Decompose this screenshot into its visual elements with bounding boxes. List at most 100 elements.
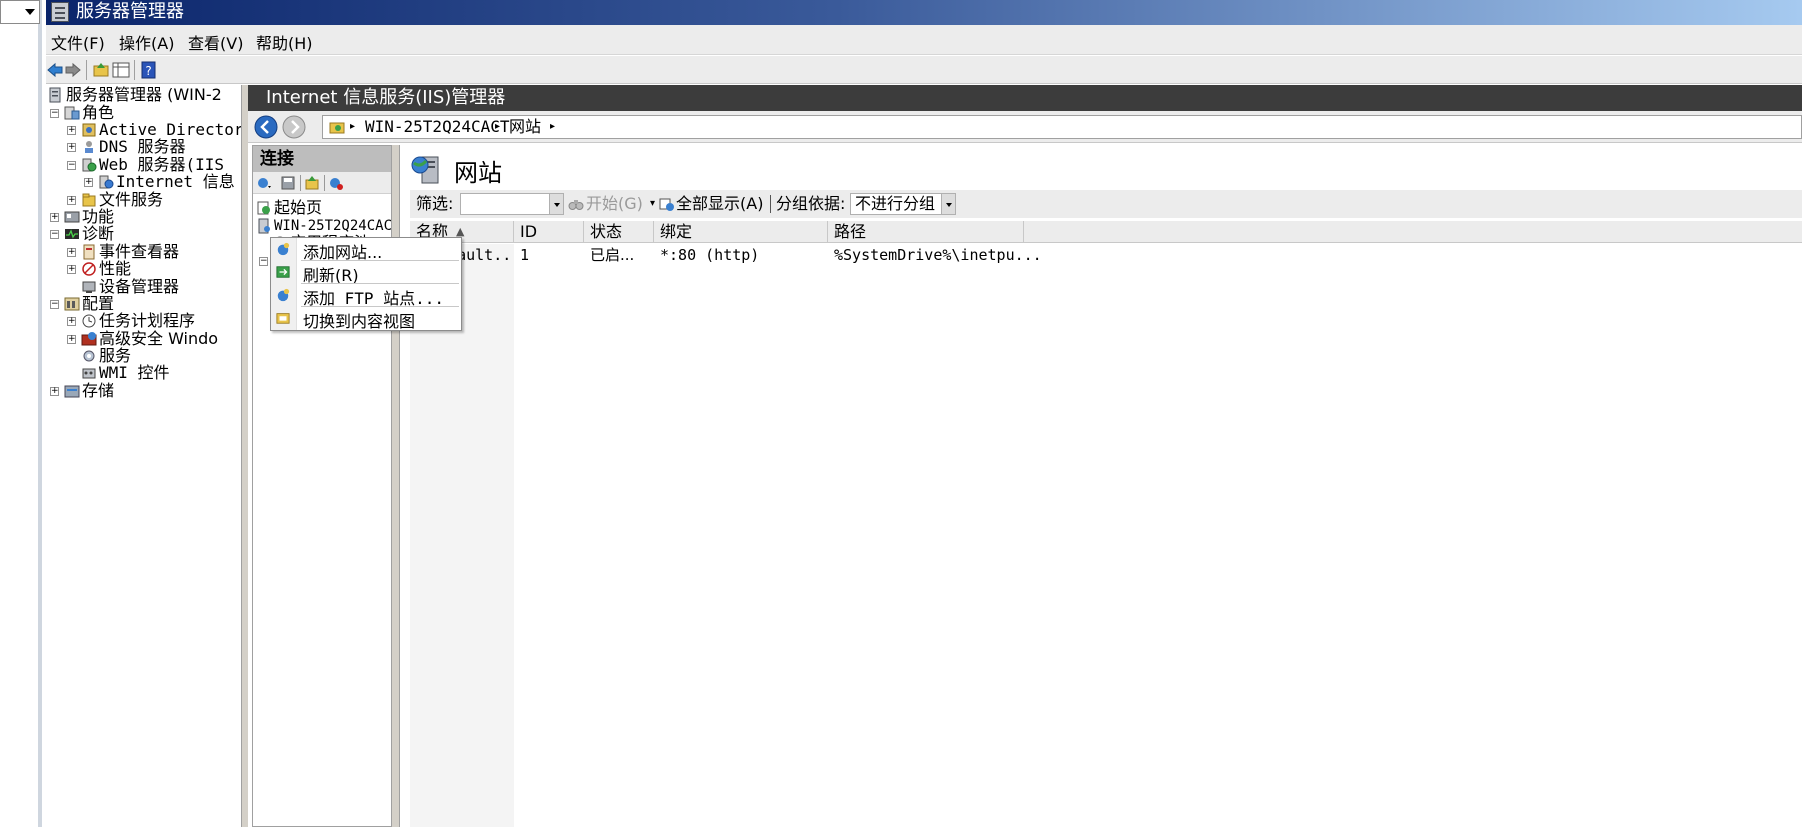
chevron-down-icon[interactable] [941, 194, 955, 214]
show-hide-console-tree-icon[interactable] [112, 61, 130, 79]
filter-bar: 筛选: 开始(G) ▾ 全部显示(A) 分组依据: 不进行分组 [410, 190, 1802, 218]
expand-icon[interactable]: + [50, 387, 59, 396]
iis-manager-panel: Internet 信息服务(IIS)管理器 ▸ WIN-25T2Q24CACT … [248, 85, 1802, 827]
menu-bar: 文件(F) 操作(A) 查看(V) 帮助(H) [46, 25, 1802, 55]
diagnostics-icon [65, 229, 79, 239]
context-menu: 添加网站... 刷新(R) 添加 FTP 站点... 切换到内容视图 [270, 237, 462, 331]
start-page-icon [257, 201, 270, 215]
collapse-icon[interactable]: − [50, 230, 59, 239]
chevron-down-icon[interactable]: ▾ [650, 190, 655, 218]
expand-icon[interactable]: + [67, 126, 76, 135]
cell-path: %SystemDrive%\inetpu... [834, 246, 1042, 264]
column-header-status[interactable]: 状态 [584, 221, 654, 243]
content-title: 网站 [454, 159, 502, 187]
menu-action[interactable]: 操作(A) [119, 30, 174, 54]
expand-icon[interactable]: + [67, 196, 76, 205]
dns-server-icon [85, 141, 93, 153]
gear-icon [83, 350, 95, 362]
save-icon[interactable] [280, 175, 296, 191]
collapse-icon[interactable]: − [259, 257, 268, 266]
menu-item-add-ftp-site[interactable]: 添加 FTP 站点... [271, 284, 461, 308]
expand-icon[interactable]: + [67, 335, 76, 344]
forward-arrow-icon[interactable] [64, 61, 82, 79]
iis-header: Internet 信息服务(IIS)管理器 [248, 85, 1802, 111]
up-folder-icon[interactable] [304, 175, 320, 191]
add-ftp-icon [277, 288, 290, 302]
chevron-down-icon[interactable] [25, 9, 35, 15]
features-icon [64, 211, 80, 223]
wmi-control-icon [82, 368, 96, 379]
tree-label: 性能 [99, 259, 132, 278]
show-all-icon [659, 198, 674, 211]
active-directory-icon [82, 123, 96, 137]
collapse-icon[interactable]: − [50, 300, 59, 309]
expand-icon[interactable]: + [50, 213, 59, 222]
forward-button[interactable] [282, 115, 306, 139]
expand-icon[interactable]: + [67, 248, 76, 257]
performance-icon [82, 262, 96, 276]
breadcrumb-separator: ▸ [495, 121, 501, 132]
content-view-icon [276, 313, 290, 324]
left-combo-box[interactable] [0, 0, 40, 24]
server-manager-window: 服务器管理器 文件(F) 操作(A) 查看(V) 帮助(H) ? 服务器管理器 … [46, 0, 1802, 827]
sites-grid-header: 名称 ▲ ID 状态 绑定 路径 [410, 221, 1802, 243]
menu-item-content-view[interactable]: 切换到内容视图 [271, 307, 461, 331]
sites-content-area: 网站 筛选: 开始(G) ▾ 全部显示(A) 分组依据: 不进行分组 名称 ▲ … [399, 145, 1802, 827]
device-manager-icon [82, 281, 96, 293]
filter-input[interactable] [460, 193, 564, 215]
left-edge-strip [0, 0, 42, 827]
breadcrumb-separator: ▸ [350, 121, 356, 132]
sites-folder-icon [329, 122, 345, 134]
tree-label: DNS 服务器 [99, 137, 186, 156]
back-button[interactable] [254, 115, 278, 139]
group-by-select[interactable]: 不进行分组 [850, 193, 956, 215]
column-header-binding[interactable]: 绑定 [654, 221, 828, 243]
group-by-value: 不进行分组 [855, 194, 936, 213]
group-by-label: 分组依据: [776, 194, 846, 213]
tree-label: 起始页 [274, 198, 323, 217]
table-row[interactable]: Default... 1 已启... *:80 (http) %SystemDr… [410, 244, 1802, 266]
show-all-button[interactable]: 全部显示(A) [676, 190, 763, 218]
name-column-shading [410, 244, 514, 827]
cell-id: 1 [520, 246, 530, 264]
file-services-icon [82, 193, 96, 207]
help-icon[interactable]: ? [140, 61, 158, 79]
expand-icon[interactable]: + [84, 178, 93, 187]
tree-label: 存储 [82, 381, 115, 400]
breadcrumb-sites[interactable]: 网站 [509, 116, 541, 138]
collapse-icon[interactable]: − [50, 109, 59, 118]
sites-header-icon [411, 156, 439, 184]
disconnect-icon[interactable] [328, 175, 344, 191]
start-filter-button[interactable]: 开始(G) [586, 190, 643, 218]
menu-help[interactable]: 帮助(H) [256, 30, 313, 54]
collapse-icon[interactable]: − [67, 161, 76, 170]
configuration-icon [64, 297, 80, 311]
window-title: 服务器管理器 [76, 1, 184, 22]
column-header-path[interactable]: 路径 [828, 221, 1024, 243]
connections-toolbar [253, 172, 391, 194]
menu-file[interactable]: 文件(F) [51, 30, 105, 54]
server-manager-icon [51, 2, 69, 22]
clock-icon [82, 314, 96, 328]
expand-icon[interactable]: + [67, 265, 76, 274]
column-header-id[interactable]: ID [514, 221, 584, 243]
address-box[interactable]: ▸ WIN-25T2Q24CACT ▸ 网站 ▸ [322, 115, 1802, 139]
menu-view[interactable]: 查看(V) [188, 30, 243, 54]
breadcrumb-server[interactable]: WIN-25T2Q24CACT [365, 116, 510, 138]
back-arrow-icon[interactable] [46, 61, 64, 79]
iis-manager-icon [99, 175, 114, 189]
chevron-down-icon[interactable] [549, 194, 563, 214]
roles-icon [64, 106, 80, 120]
expand-icon[interactable]: + [67, 143, 76, 152]
tree-label: 任务计划程序 [99, 311, 196, 330]
server-manager-icon [49, 87, 61, 103]
expand-icon[interactable]: + [67, 317, 76, 326]
connect-icon[interactable] [256, 175, 272, 191]
menu-item-add-website[interactable]: 添加网站... [271, 238, 461, 262]
menu-item-refresh[interactable]: 刷新(R) [271, 261, 461, 285]
web-server-icon [82, 158, 97, 172]
console-tree: 服务器管理器 (WIN-2 − 角色 + Active Director + D… [46, 85, 242, 827]
cell-binding: *:80 (http) [660, 246, 760, 264]
up-folder-icon[interactable] [92, 61, 110, 79]
firewall-icon [81, 332, 97, 346]
